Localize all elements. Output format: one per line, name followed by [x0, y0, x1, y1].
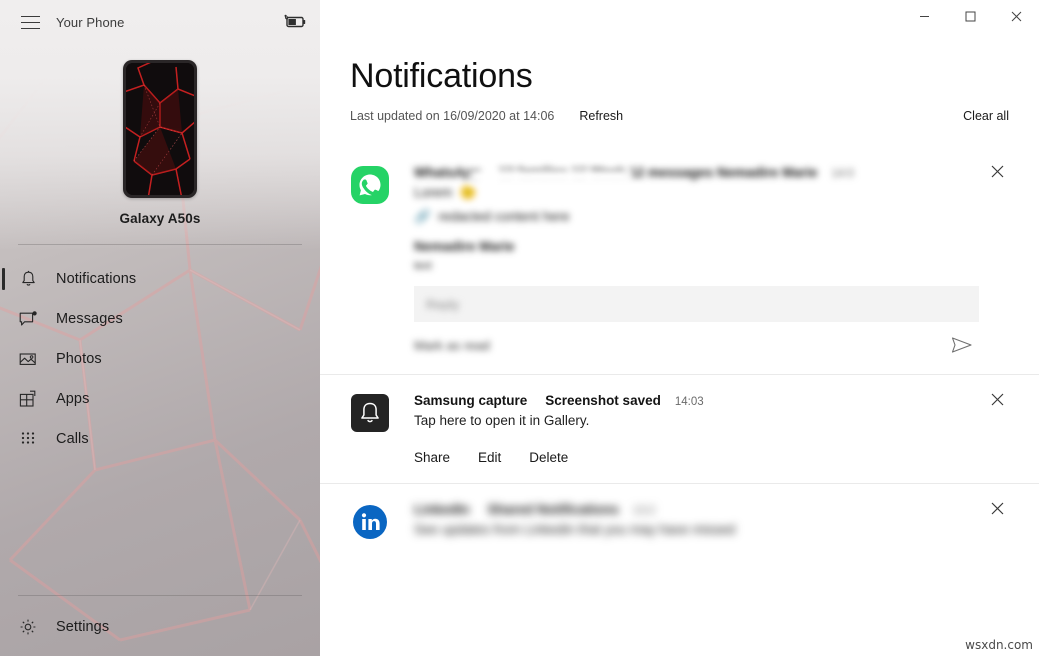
notification-app-name: Samsung capture	[414, 393, 528, 408]
reply-actions-row: Mark as read	[414, 334, 979, 356]
page-subheader: Last updated on 16/09/2020 at 14:06 Refr…	[350, 109, 1039, 123]
refresh-button[interactable]: Refresh	[579, 109, 623, 123]
notification-dismiss-button[interactable]	[983, 494, 1011, 522]
bell-icon	[17, 268, 39, 290]
apps-icon	[17, 388, 39, 410]
sidebar-divider-bottom	[18, 595, 302, 596]
sidebar-item-calls[interactable]: Calls	[0, 419, 320, 459]
last-updated-text: Last updated on 16/09/2020 at 14:06	[350, 109, 555, 123]
sidebar-item-photos[interactable]: Photos	[0, 339, 320, 379]
photo-icon	[17, 348, 39, 370]
whatsapp-icon	[350, 165, 390, 205]
sidebar-item-label: Photos	[56, 351, 102, 367]
action-share[interactable]: Share	[414, 450, 450, 465]
notification-dismiss-button[interactable]	[983, 385, 1011, 413]
sidebar-nav: Notifications Messages Photos Apps Calls	[0, 259, 320, 459]
sidebar-footer: Settings	[0, 595, 320, 656]
notification-header-redacted: LinkedIn Shared Notifications 13:2	[414, 502, 979, 517]
window-controls	[901, 0, 1039, 32]
device-name: Galaxy A50s	[119, 211, 201, 226]
sidebar-item-label: Calls	[56, 431, 89, 447]
your-phone-app-window: Your Phone Galaxy A50s Notifications Mes…	[0, 0, 1039, 656]
message-bubble-icon	[17, 308, 39, 330]
sidebar-titlebar: Your Phone	[0, 0, 320, 44]
sidebar-item-settings[interactable]: Settings	[0, 608, 320, 646]
notification-title: Shared Notifications	[487, 502, 619, 517]
minimize-button[interactable]	[901, 0, 947, 32]
mark-as-read-button[interactable]: Mark as read	[414, 338, 490, 353]
notification-dismiss-button[interactable]	[983, 157, 1011, 185]
maximize-button[interactable]	[947, 0, 993, 32]
send-icon[interactable]	[949, 334, 975, 356]
notification-item-linkedin[interactable]: LinkedIn Shared Notifications 13:2 See u…	[320, 483, 1039, 560]
notification-time: 13:2	[632, 505, 656, 517]
device-thumbnail	[0, 60, 320, 198]
sidebar-item-label: Messages	[56, 311, 123, 327]
sidebar-divider-top	[18, 244, 302, 245]
notification-header: Samsung capture Screenshot saved 14:03	[414, 393, 979, 408]
bell-square-icon	[350, 393, 390, 433]
close-button[interactable]	[993, 0, 1039, 32]
notification-time: 14:03	[674, 396, 704, 408]
notification-body: Samsung capture Screenshot saved 14:03 T…	[414, 393, 1039, 465]
dialpad-icon	[17, 428, 39, 450]
notification-body: LinkedIn Shared Notifications 13:2 See u…	[414, 502, 1039, 542]
notification-app-name: LinkedIn	[414, 502, 470, 517]
notification-title: Screenshot saved	[545, 393, 661, 408]
sidebar-item-label: Settings	[56, 619, 110, 635]
notification-line-redacted-4: text	[414, 260, 432, 272]
redaction-overlay	[470, 170, 630, 184]
gear-icon	[17, 616, 39, 638]
notification-line-redacted-3: Nemadire Marie	[414, 239, 515, 254]
notification-item-samsung-capture[interactable]: Samsung capture Screenshot saved 14:03 T…	[320, 374, 1039, 483]
sidebar-item-label: Apps	[56, 391, 90, 407]
battery-charging-icon[interactable]	[282, 14, 308, 30]
reply-placeholder: Reply	[426, 296, 460, 312]
hamburger-menu-icon[interactable]	[10, 6, 50, 38]
notification-text-redacted: See updates from Linkedin that you may h…	[414, 522, 736, 537]
sidebar-item-apps[interactable]: Apps	[0, 379, 320, 419]
notification-item-whatsapp[interactable]: WhatsApp 13 families 12 Week 12 messages…	[320, 147, 1039, 374]
sidebar: Your Phone Galaxy A50s Notifications Mes…	[0, 0, 320, 656]
notification-list: WhatsApp 13 families 12 Week 12 messages…	[320, 147, 1039, 560]
notification-line-redacted-1: Lorem 🙂	[414, 185, 477, 200]
sidebar-item-label: Notifications	[56, 271, 137, 287]
watermark: wsxdn.com	[965, 638, 1033, 652]
page-title: Notifications	[350, 57, 533, 95]
notification-actions: Share Edit Delete	[414, 450, 979, 465]
notification-body: WhatsApp 13 families 12 Week 12 messages…	[414, 165, 1039, 356]
sidebar-item-notifications[interactable]: Notifications	[0, 259, 320, 299]
action-edit[interactable]: Edit	[478, 450, 501, 465]
main-content: Notifications Last updated on 16/09/2020…	[320, 0, 1039, 656]
sidebar-item-messages[interactable]: Messages	[0, 299, 320, 339]
clear-all-button[interactable]: Clear all	[963, 109, 1009, 123]
reply-input[interactable]: Reply	[414, 286, 979, 322]
notification-time: 14:0	[831, 168, 854, 180]
action-delete[interactable]: Delete	[529, 450, 568, 465]
linkedin-icon	[350, 502, 390, 542]
notification-line-redacted-2: 🔗 redacted content here	[414, 209, 570, 224]
device-screen-preview	[126, 63, 194, 195]
app-title: Your Phone	[56, 14, 125, 30]
notification-text: Tap here to open it in Gallery.	[414, 413, 590, 428]
selection-indicator	[2, 268, 5, 290]
